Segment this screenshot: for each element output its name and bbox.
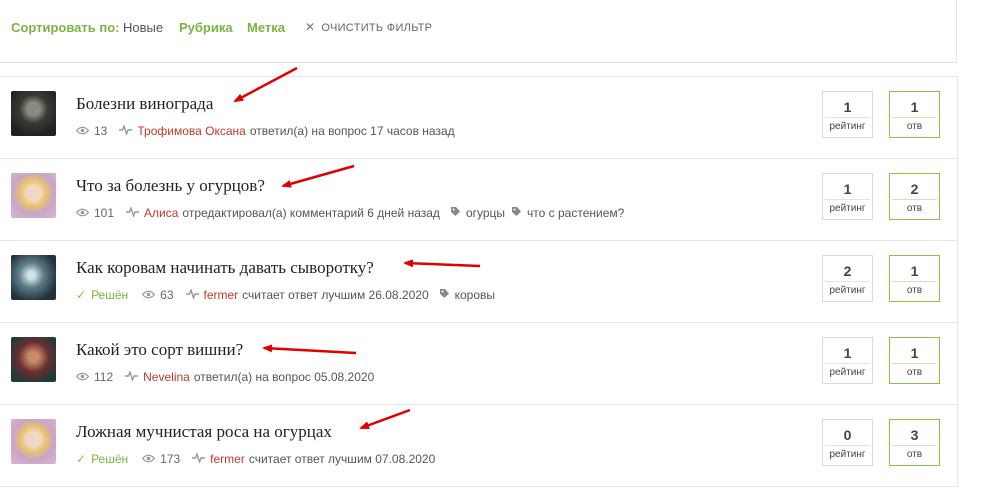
activity-text: считает ответ лучшим 26.08.2020 (242, 288, 429, 302)
answers-value: 1 (910, 345, 919, 361)
avatar[interactable] (11, 337, 56, 382)
eye-icon (75, 370, 90, 384)
views-count: 63 (160, 288, 174, 302)
tag-icon (450, 206, 461, 220)
user-link[interactable]: Алиса (144, 206, 178, 220)
avatar[interactable] (11, 91, 56, 136)
tag-link[interactable]: что с растением? (511, 206, 624, 220)
rating-value: 0 (843, 427, 852, 443)
pulse-icon (126, 205, 140, 220)
views-count: 112 (94, 370, 114, 384)
answers-label: отв (892, 117, 937, 132)
user-link[interactable]: fermer (210, 452, 245, 466)
check-icon: ✓ (76, 452, 87, 466)
activity-text: ответил(а) на вопрос 05.08.2020 (193, 370, 375, 384)
answers-label: отв (892, 445, 937, 460)
rating-box: 1 рейтинг (822, 91, 873, 138)
rating-value: 1 (843, 345, 852, 361)
answers-box[interactable]: 3 отв (889, 419, 940, 466)
category-filter[interactable]: Рубрика (179, 20, 233, 35)
tag-label: что с растением? (527, 206, 625, 220)
question-meta: ✓ Решён 63 fermer считает ответ лучшим 26.08… (76, 287, 495, 302)
answers-value: 2 (910, 181, 919, 197)
question-meta: ✓ Решён 173 fermer считает ответ лучшим 07.0… (76, 451, 436, 466)
question-row[interactable]: Какой это сорт вишни? 112 Nevelina ответил… (0, 323, 957, 405)
eye-icon (75, 124, 90, 138)
answers-box[interactable]: 1 отв (889, 91, 940, 138)
rating-label: рейтинг (825, 199, 870, 214)
filter-bar: Сортировать по: Новые Рубрика Метка ✕ ОЧИ… (0, 0, 957, 63)
rating-box: 0 рейтинг (822, 419, 873, 466)
tag-link[interactable]: коровы (439, 288, 495, 302)
pulse-icon (192, 451, 206, 466)
question-meta: 101 Алиса отредактировал(а) комментарий 6 … (75, 205, 624, 220)
close-icon: ✕ (305, 20, 316, 34)
avatar[interactable] (11, 419, 56, 464)
tag-icon (511, 206, 522, 220)
solved-badge: ✓ Решён (76, 288, 128, 302)
answers-label: отв (892, 199, 937, 214)
clear-filter-button[interactable]: ✕ ОЧИСТИТЬ ФИЛЬТР (305, 20, 432, 34)
eye-icon (75, 206, 90, 220)
tag-label: коровы (454, 288, 496, 302)
views-count: 173 (160, 452, 181, 466)
answers-label: отв (892, 363, 937, 378)
tag-label: огурцы (465, 206, 506, 220)
avatar[interactable] (11, 255, 56, 300)
rating-label: рейтинг (825, 117, 870, 132)
solved-label: Решён (91, 288, 129, 302)
answers-box[interactable]: 1 отв (889, 337, 940, 384)
rating-value: 1 (843, 181, 852, 197)
question-title[interactable]: Что за болезнь у огурцов? (76, 176, 265, 196)
avatar[interactable] (11, 173, 56, 218)
tag-link[interactable]: огурцы (450, 206, 505, 220)
tag-icon (439, 288, 450, 302)
pulse-icon (119, 123, 133, 138)
answers-box[interactable]: 1 отв (889, 255, 940, 302)
question-title[interactable]: Какой это сорт вишни? (76, 340, 243, 360)
question-title[interactable]: Болезни винограда (76, 94, 213, 114)
pulse-icon (125, 369, 139, 384)
question-row[interactable]: Ложная мучнистая роса на огурцах ✓ Решён 1… (0, 405, 957, 487)
check-icon: ✓ (76, 288, 87, 302)
answers-value: 1 (910, 99, 919, 115)
rating-box: 2 рейтинг (822, 255, 873, 302)
question-title[interactable]: Как коровам начинать давать сыворотку? (76, 258, 374, 278)
rating-box: 1 рейтинг (822, 173, 873, 220)
tag-filter[interactable]: Метка (247, 20, 285, 35)
rating-value: 1 (843, 99, 852, 115)
user-link[interactable]: Nevelina (143, 370, 190, 384)
rating-label: рейтинг (825, 445, 870, 460)
clear-filter-label: ОЧИСТИТЬ ФИЛЬТР (321, 22, 433, 34)
answers-label: отв (892, 281, 937, 296)
answers-value: 1 (910, 263, 919, 279)
sort-dropdown[interactable]: Новые (123, 20, 163, 35)
answers-value: 3 (910, 427, 919, 443)
answers-box[interactable]: 2 отв (889, 173, 940, 220)
pulse-icon (185, 287, 199, 302)
user-link[interactable]: Трофимова Оксана (137, 124, 245, 138)
eye-icon (141, 452, 156, 466)
question-row[interactable]: Как коровам начинать давать сыворотку? ✓… (0, 241, 957, 323)
rating-box: 1 рейтинг (822, 337, 873, 384)
question-row[interactable]: Что за болезнь у огурцов? 101 Алиса отреда… (0, 159, 957, 241)
sort-label: Сортировать по: (11, 20, 120, 35)
activity-text: отредактировал(а) комментарий 6 дней наз… (182, 206, 440, 220)
rating-value: 2 (843, 263, 852, 279)
question-title[interactable]: Ложная мучнистая роса на огурцах (76, 422, 332, 442)
user-link[interactable]: fermer (204, 288, 239, 302)
question-meta: 112 Nevelina ответил(а) на вопрос 05.08.20… (75, 369, 375, 384)
solved-badge: ✓ Решён (76, 452, 128, 466)
question-row[interactable]: Болезни винограда 13 Трофимова Оксана отве… (0, 77, 957, 159)
activity-text: ответил(а) на вопрос 17 часов назад (249, 124, 455, 138)
rating-label: рейтинг (825, 363, 870, 378)
eye-icon (141, 288, 156, 302)
rating-label: рейтинг (825, 281, 870, 296)
views-count: 13 (94, 124, 108, 138)
views-count: 101 (94, 206, 115, 220)
activity-text: считает ответ лучшим 07.08.2020 (248, 452, 436, 466)
question-meta: 13 Трофимова Оксана ответил(а) на вопрос 1… (75, 123, 455, 138)
question-list: Болезни винограда 13 Трофимова Оксана отве… (0, 76, 958, 487)
solved-label: Решён (91, 452, 129, 466)
